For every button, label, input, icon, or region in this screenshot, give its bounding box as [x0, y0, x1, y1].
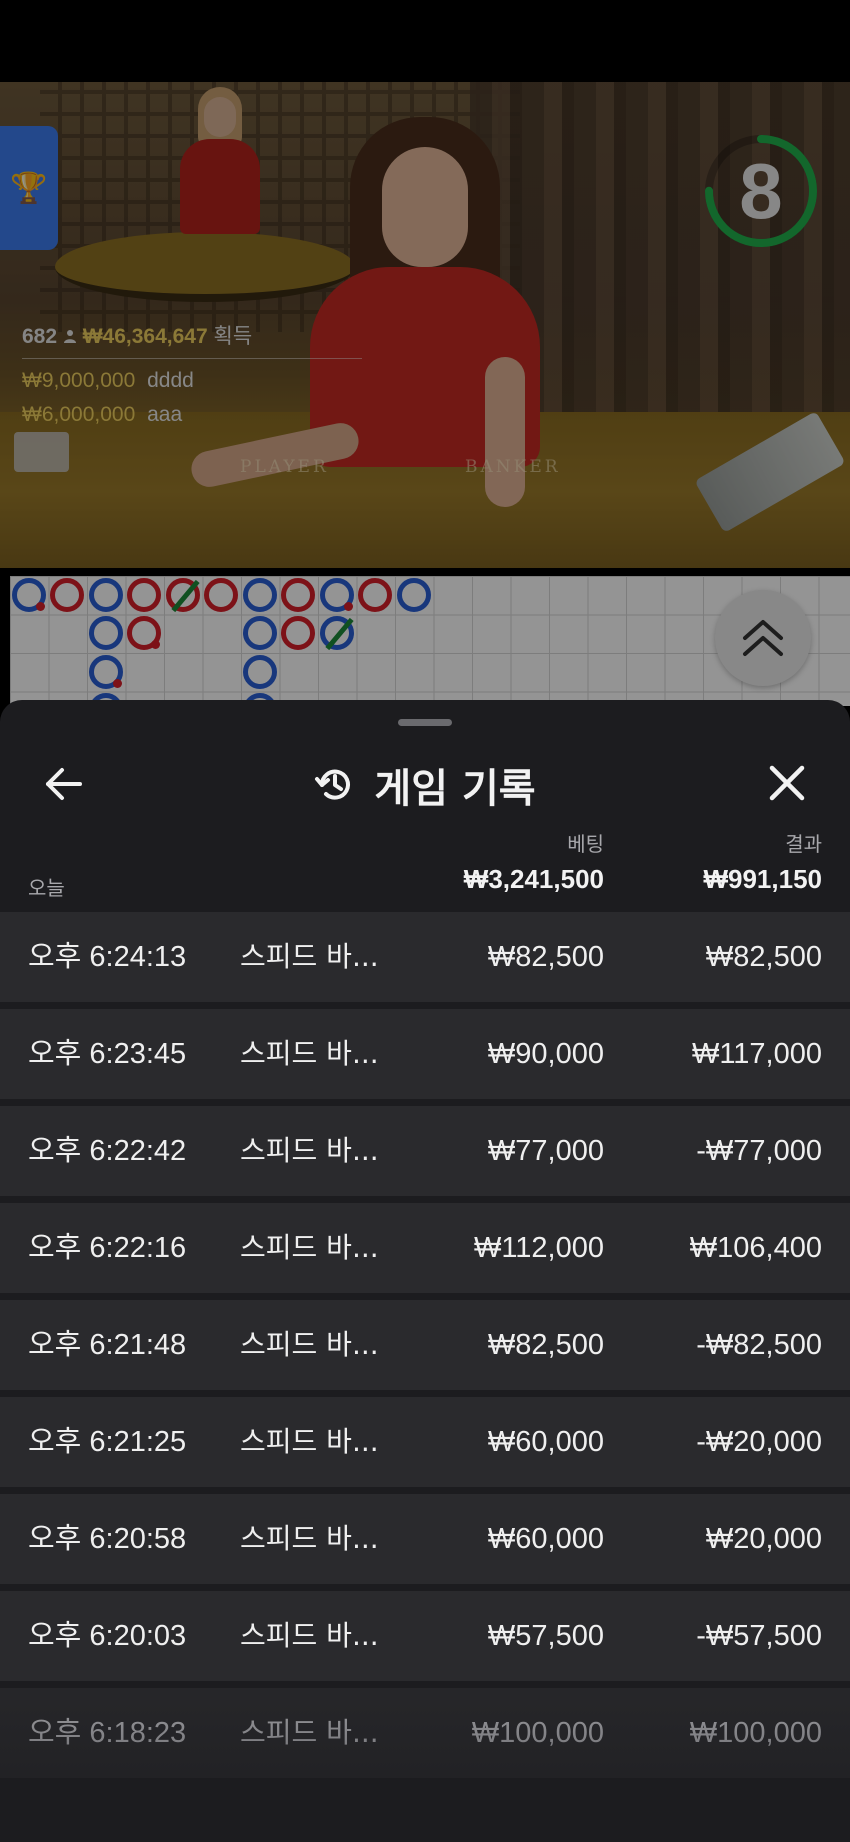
- row-game: 스피드 바...: [240, 1716, 379, 1749]
- row-game: 스피드 바...: [240, 1037, 379, 1070]
- modal-backdrop[interactable]: [0, 82, 850, 712]
- row-time: 오후 6:21:25: [28, 1426, 187, 1458]
- row-time: 오후 6:21:48: [28, 1329, 187, 1361]
- history-row[interactable]: 오후 6:20:03 스피드 바... ₩57,500 -₩57,500: [0, 1591, 850, 1681]
- row-time: 오후 6:24:13: [28, 941, 187, 973]
- row-result: ₩106,400: [689, 1232, 822, 1264]
- row-game: 스피드 바...: [240, 1619, 379, 1652]
- history-row[interactable]: 오후 6:24:13 스피드 바... ₩82,500 ₩82,500: [0, 912, 850, 1002]
- result-total: ₩991,150: [703, 864, 822, 894]
- row-game: 스피드 바...: [240, 1522, 379, 1555]
- row-result: ₩82,500: [705, 941, 822, 973]
- back-arrow-icon: [46, 768, 82, 800]
- close-button[interactable]: [764, 760, 810, 806]
- back-button[interactable]: [42, 762, 86, 806]
- sheet-header: 게임 기록: [0, 740, 850, 830]
- row-result: -₩57,500: [696, 1620, 822, 1652]
- row-game: 스피드 바...: [240, 1134, 379, 1167]
- row-result: ₩117,000: [691, 1038, 822, 1070]
- sheet-title: 게임 기록: [374, 766, 536, 812]
- row-bet: ₩77,000: [487, 1135, 604, 1167]
- close-icon: [769, 765, 805, 801]
- sheet-title-group: 게임 기록: [0, 740, 850, 830]
- row-game: 스피드 바...: [240, 1328, 379, 1361]
- row-result: -₩20,000: [696, 1426, 822, 1458]
- bet-total: ₩3,241,500: [463, 864, 604, 894]
- row-time: 오후 6:23:45: [28, 1038, 187, 1070]
- row-result: -₩77,000: [696, 1135, 822, 1167]
- row-bet: ₩112,000: [473, 1232, 604, 1264]
- row-bet: ₩82,500: [487, 1329, 604, 1361]
- status-bar: [0, 0, 850, 82]
- history-icon: [315, 769, 351, 800]
- history-row[interactable]: 오후 6:22:42 스피드 바... ₩77,000 -₩77,000: [0, 1106, 850, 1196]
- row-result: ₩20,000: [705, 1523, 822, 1555]
- bet-column-header: 베팅: [567, 832, 604, 856]
- row-game: 스피드 바...: [240, 1231, 379, 1264]
- history-row[interactable]: 오후 6:23:45 스피드 바... ₩90,000 ₩117,000: [0, 1009, 850, 1099]
- period-label: 오늘: [28, 876, 65, 900]
- history-row[interactable]: 오후 6:22:16 스피드 바... ₩112,000 ₩106,400: [0, 1203, 850, 1293]
- row-bet: ₩60,000: [487, 1426, 604, 1458]
- sheet-grabber[interactable]: [398, 719, 452, 726]
- row-bet: ₩82,500: [487, 941, 604, 973]
- row-time: 오후 6:22:16: [28, 1232, 187, 1264]
- row-game: 스피드 바...: [240, 1425, 379, 1458]
- row-time: 오후 6:20:03: [28, 1620, 187, 1652]
- history-row[interactable]: 오후 6:20:58 스피드 바... ₩60,000 ₩20,000: [0, 1494, 850, 1584]
- row-bet: ₩57,500: [487, 1620, 604, 1652]
- row-bet: ₩100,000: [471, 1717, 604, 1749]
- history-row[interactable]: 오후 6:18:23 스피드 바... ₩100,000 ₩100,000: [0, 1688, 850, 1778]
- row-time: 오후 6:18:23: [28, 1717, 187, 1749]
- game-history-sheet: 게임 기록 오늘 베팅 결과 ₩3,241,500 ₩991,150 오후 6:…: [0, 700, 850, 1842]
- row-time: 오후 6:22:42: [28, 1135, 187, 1167]
- row-game: 스피드 바...: [240, 940, 379, 973]
- history-summary: 오늘 베팅 결과 ₩3,241,500 ₩991,150: [0, 820, 850, 912]
- result-column-header: 결과: [785, 832, 822, 856]
- row-result: ₩100,000: [689, 1717, 822, 1749]
- history-list: 오후 6:24:13 스피드 바... ₩82,500 ₩82,500 오후 6…: [0, 912, 850, 1785]
- history-row[interactable]: 오후 6:21:25 스피드 바... ₩60,000 -₩20,000: [0, 1397, 850, 1487]
- row-time: 오후 6:20:58: [28, 1523, 187, 1555]
- history-row[interactable]: 오후 6:21:48 스피드 바... ₩82,500 -₩82,500: [0, 1300, 850, 1390]
- row-bet: ₩60,000: [487, 1523, 604, 1555]
- row-result: -₩82,500: [696, 1329, 822, 1361]
- row-bet: ₩90,000: [487, 1038, 604, 1070]
